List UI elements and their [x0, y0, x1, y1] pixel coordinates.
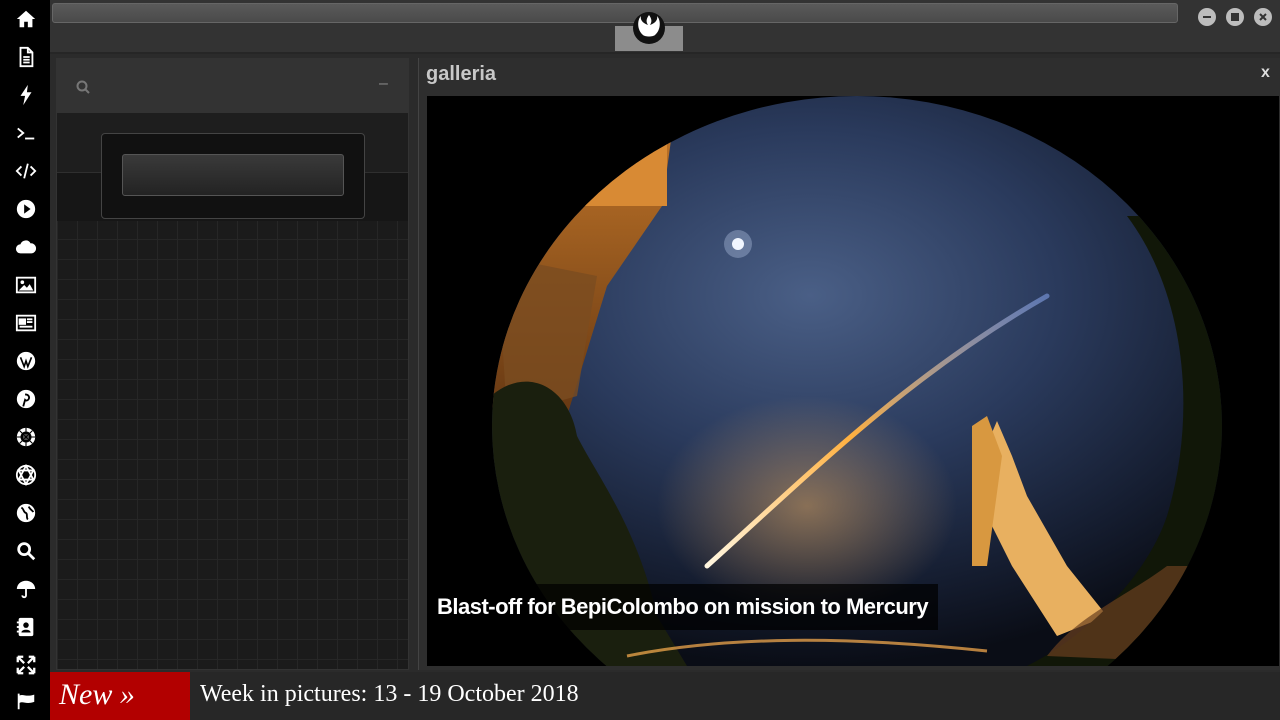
wordpress-icon[interactable]	[14, 349, 38, 373]
pinterest-icon[interactable]	[14, 387, 38, 411]
newspaper-icon[interactable]	[14, 311, 38, 335]
gallery-panel: galleria x Blast-off for BepiColombo on …	[418, 58, 1280, 670]
galactic-empire-icon[interactable]	[14, 425, 38, 449]
image-icon[interactable]	[14, 273, 38, 297]
search-input[interactable]	[122, 154, 344, 196]
minimize-icon	[1203, 16, 1211, 18]
flag-icon[interactable]	[14, 689, 38, 713]
address-card-icon[interactable]	[14, 615, 38, 639]
close-icon	[1259, 13, 1267, 21]
search-panel: –	[56, 58, 409, 670]
rocket-launch-photo	[427, 96, 1279, 666]
search-box-container	[101, 133, 365, 219]
icon-sidebar	[0, 0, 50, 720]
globe-icon[interactable]	[14, 501, 38, 525]
maximize-window-button[interactable]	[1226, 8, 1244, 26]
gallery-caption: Blast-off for BepiColombo on mission to …	[427, 584, 939, 630]
document-icon[interactable]	[14, 45, 38, 69]
jedi-order-icon[interactable]	[14, 463, 38, 487]
news-ticker: New » Week in pictures: 13 - 19 October …	[50, 672, 1280, 720]
search-icon[interactable]	[75, 79, 91, 95]
gallery-image[interactable]: Blast-off for BepiColombo on mission to …	[427, 96, 1279, 666]
minimize-window-button[interactable]	[1198, 8, 1216, 26]
panel-minimize-button[interactable]: –	[379, 75, 393, 95]
code-icon[interactable]	[14, 159, 38, 183]
bolt-icon[interactable]	[14, 83, 38, 107]
close-window-button[interactable]	[1254, 8, 1272, 26]
expand-icon[interactable]	[14, 653, 38, 677]
top-bar	[50, 0, 1280, 54]
cloud-icon[interactable]	[14, 235, 38, 259]
search-icon[interactable]	[14, 539, 38, 563]
play-icon[interactable]	[14, 197, 38, 221]
new-badge[interactable]: New »	[50, 672, 190, 720]
gallery-close-button[interactable]: x	[1261, 64, 1270, 82]
home-icon[interactable]	[14, 7, 38, 31]
ticker-headline[interactable]: Week in pictures: 13 - 19 October 2018	[200, 681, 579, 708]
rebel-alliance-icon[interactable]	[629, 8, 669, 48]
address-bar[interactable]	[52, 3, 1178, 23]
search-panel-header: –	[57, 59, 408, 113]
umbrella-icon[interactable]	[14, 577, 38, 601]
gallery-title: galleria	[426, 63, 497, 85]
terminal-icon[interactable]	[14, 121, 38, 145]
maximize-icon	[1231, 13, 1239, 21]
